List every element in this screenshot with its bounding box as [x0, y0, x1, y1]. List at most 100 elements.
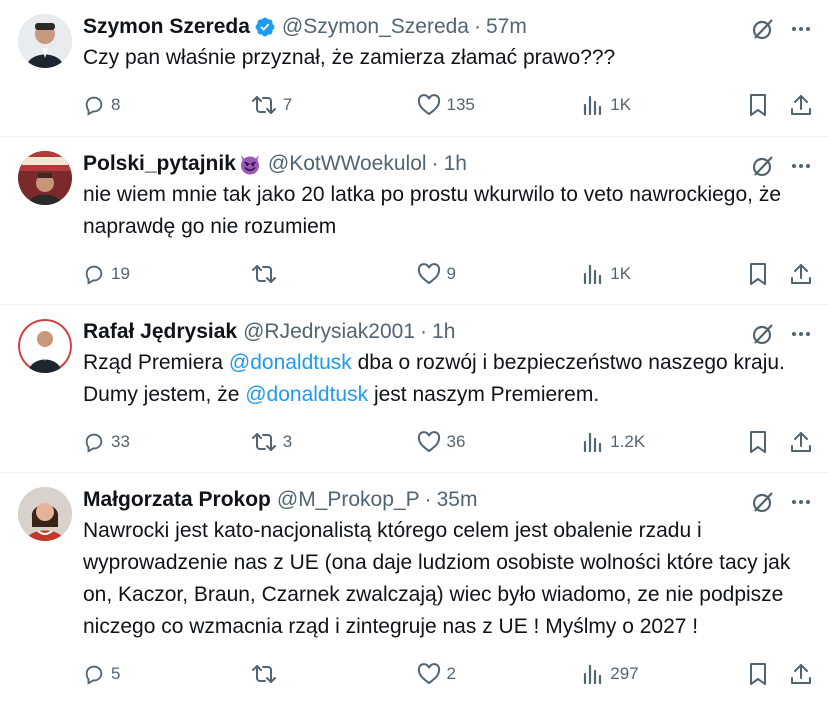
- dot-separator: ·: [473, 15, 481, 38]
- tweet-text-segment: Nawrocki jest kato-nacjonalistą którego …: [83, 519, 791, 638]
- grok-icon[interactable]: [750, 321, 776, 347]
- retweet-icon: [251, 265, 276, 283]
- grok-icon[interactable]: [750, 153, 776, 179]
- tweet[interactable]: Polski_pytajnik @KotWWoekulol · 1h nie w…: [0, 137, 828, 305]
- reply-icon: [85, 665, 103, 685]
- bookmark-button[interactable]: [748, 430, 768, 454]
- reply-button[interactable]: 19: [83, 263, 251, 285]
- reply-button[interactable]: 8: [83, 94, 251, 116]
- views-count: 1K: [610, 264, 632, 283]
- timeline: Szymon Szereda @Szymon_Szereda · 57m Czy…: [0, 0, 828, 686]
- tweet-text-segment: Rząd Premiera: [83, 351, 229, 374]
- bookmark-icon: [750, 431, 766, 453]
- tweet[interactable]: Małgorzata Prokop @M_Prokop_P · 35m Nawr…: [0, 473, 828, 686]
- tweet-text: Nawrocki jest kato-nacjonalistą którego …: [83, 515, 812, 643]
- bookmark-button[interactable]: [748, 662, 768, 686]
- tweet-header: Szymon Szereda @Szymon_Szereda · 57m: [83, 12, 812, 42]
- more-icon[interactable]: [790, 18, 812, 40]
- avatar[interactable]: [18, 487, 72, 541]
- author-handle[interactable]: @M_Prokop_P: [277, 488, 420, 512]
- views-count: 1K: [610, 95, 632, 114]
- reply-count: 33: [111, 432, 130, 451]
- views-button[interactable]: 1K: [582, 94, 748, 116]
- bookmark-button[interactable]: [748, 93, 768, 117]
- dot-separator: ·: [431, 152, 439, 175]
- avatar[interactable]: [18, 14, 72, 68]
- grok-icon[interactable]: [750, 489, 776, 515]
- share-button[interactable]: [790, 93, 812, 117]
- avatar[interactable]: [18, 319, 72, 373]
- dot-separator: ·: [420, 320, 428, 343]
- author-name[interactable]: Rafał Jędrysiak: [83, 320, 237, 344]
- share-icon: [791, 664, 811, 684]
- views-button[interactable]: 1K: [582, 263, 748, 285]
- share-button[interactable]: [790, 262, 812, 286]
- views-count: 1.2K: [610, 432, 646, 451]
- tweet-text-segment: Czy pan właśnie przyznał, że zamierza zł…: [83, 46, 616, 69]
- like-button[interactable]: 2: [417, 663, 583, 685]
- action-bar: 19 9 1K: [83, 247, 812, 301]
- retweet-button[interactable]: 3: [251, 431, 417, 453]
- action-bar: 8 7 135 1K: [83, 78, 812, 132]
- bookmark-button[interactable]: [748, 262, 768, 286]
- retweet-button[interactable]: [251, 263, 417, 285]
- mention-link[interactable]: @donaldtusk: [229, 351, 352, 374]
- verified-badge-icon: [254, 16, 276, 38]
- reply-icon: [85, 96, 103, 116]
- author-name[interactable]: Małgorzata Prokop: [83, 488, 271, 512]
- tweet-text: Rząd Premiera @donaldtusk dba o rozwój i…: [83, 347, 812, 411]
- retweet-icon: [251, 433, 276, 451]
- reply-count: 8: [111, 95, 121, 114]
- share-button[interactable]: [790, 662, 812, 686]
- reply-count: 5: [111, 664, 121, 683]
- more-icon[interactable]: [790, 155, 812, 177]
- author-name[interactable]: Polski_pytajnik: [83, 152, 236, 176]
- like-icon: [417, 94, 440, 116]
- author-name[interactable]: Szymon Szereda: [83, 15, 250, 39]
- reply-icon: [85, 265, 103, 285]
- more-icon[interactable]: [790, 323, 812, 345]
- author-handle[interactable]: @RJedrysiak2001: [243, 320, 415, 344]
- author-handle[interactable]: @KotWWoekulol: [268, 152, 427, 176]
- tweet-header: Rafał Jędrysiak @RJedrysiak2001 · 1h: [83, 317, 812, 347]
- views-icon: [584, 664, 602, 685]
- tweet[interactable]: Szymon Szereda @Szymon_Szereda · 57m Czy…: [0, 0, 828, 137]
- views-button[interactable]: 1.2K: [582, 431, 748, 453]
- reply-icon: [85, 433, 103, 453]
- like-button[interactable]: 36: [417, 431, 583, 453]
- like-icon: [417, 263, 440, 285]
- avatar[interactable]: [18, 151, 72, 205]
- share-icon: [791, 95, 811, 115]
- timestamp[interactable]: 1h: [432, 320, 455, 344]
- mention-link[interactable]: @donaldtusk: [245, 383, 368, 406]
- more-icon[interactable]: [790, 491, 812, 513]
- tweet-header: Małgorzata Prokop @M_Prokop_P · 35m: [83, 485, 812, 515]
- tweet[interactable]: Rafał Jędrysiak @RJedrysiak2001 · 1h Rzą…: [0, 305, 828, 473]
- bookmark-icon: [750, 94, 766, 116]
- share-button[interactable]: [790, 430, 812, 454]
- timestamp[interactable]: 1h: [444, 152, 467, 176]
- share-icon: [791, 264, 811, 284]
- like-button[interactable]: 9: [417, 263, 583, 285]
- like-button[interactable]: 135: [417, 94, 583, 116]
- views-count: 297: [610, 664, 639, 683]
- grok-icon[interactable]: [750, 16, 776, 42]
- retweet-button[interactable]: 7: [251, 94, 417, 116]
- retweet-count: 7: [282, 95, 293, 114]
- views-icon: [584, 264, 602, 285]
- dot-separator: ·: [424, 488, 432, 511]
- author-handle[interactable]: @Szymon_Szereda: [282, 15, 469, 39]
- reply-button[interactable]: 33: [83, 431, 251, 453]
- reply-button[interactable]: 5: [83, 663, 251, 685]
- tweet-text: Czy pan właśnie przyznał, że zamierza zł…: [83, 42, 812, 74]
- timestamp[interactable]: 57m: [486, 15, 527, 39]
- retweet-icon: [251, 665, 276, 683]
- views-button[interactable]: 297: [582, 663, 748, 685]
- tweet-text-segment: jest naszym Premierem.: [368, 383, 600, 406]
- like-count: 36: [446, 432, 466, 451]
- like-icon: [417, 431, 440, 453]
- retweet-button[interactable]: [251, 663, 417, 685]
- timestamp[interactable]: 35m: [437, 488, 478, 512]
- share-icon: [791, 432, 811, 452]
- like-count: 9: [446, 264, 456, 283]
